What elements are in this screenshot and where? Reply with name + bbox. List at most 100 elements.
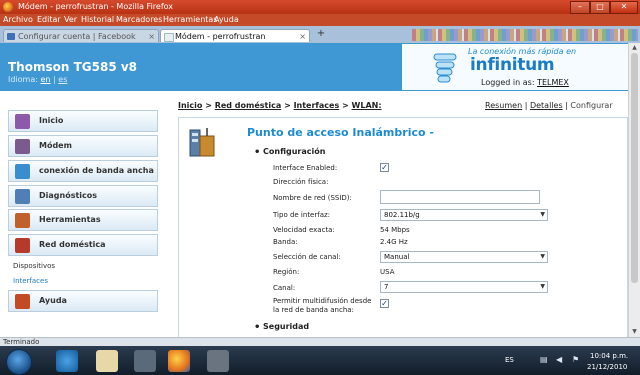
chevron-down-icon: ▼ <box>540 253 545 260</box>
page-favicon-icon <box>164 33 174 42</box>
close-tab-icon[interactable]: × <box>299 30 306 43</box>
window-title-bar: Módem - perrofrustran - Mozilla Firefox … <box>0 0 640 14</box>
multicast-label-line2: la red de banda ancha: <box>273 306 354 314</box>
tab-modem[interactable]: Módem - perrofrustran × <box>160 29 310 42</box>
link-separator: | <box>524 101 528 110</box>
media-player-icon[interactable] <box>207 350 229 372</box>
channel-selection-select[interactable]: Manual ▼ <box>380 251 548 263</box>
breadcrumb-separator: > <box>205 101 212 110</box>
close-window-button[interactable]: ✕ <box>610 1 638 14</box>
logged-in-user-link[interactable]: TELMEX <box>537 78 569 87</box>
scroll-thumb[interactable] <box>631 53 638 283</box>
mac-address-label: Dirección física: <box>273 178 329 186</box>
sidebar-item-label: conexión de banda ancha <box>39 166 154 175</box>
flag-tray-icon[interactable]: ⚑ <box>572 355 579 364</box>
channel-label: Canal: <box>273 284 296 292</box>
firefox-taskbar-icon[interactable] <box>168 350 190 372</box>
banner-brand: infinitum <box>470 55 555 75</box>
scroll-down-icon[interactable]: ▼ <box>630 328 639 336</box>
clock-time[interactable]: 10:04 p.m. <box>590 352 628 360</box>
summary-link[interactable]: Resumen <box>485 101 522 110</box>
interface-type-value: 802.11b/g <box>384 211 420 219</box>
start-button[interactable] <box>6 349 32 375</box>
file-explorer-icon[interactable] <box>96 350 118 372</box>
internet-explorer-icon[interactable] <box>56 350 78 372</box>
network-tray-icon[interactable]: ▤ <box>540 355 548 364</box>
tab-facebook[interactable]: Configurar cuenta | Facebook × <box>3 29 159 42</box>
security-section-title: Seguridad <box>263 322 310 331</box>
sidebar-item-diagnostics[interactable]: Diagnósticos <box>8 185 158 207</box>
sidebar-item-label: Ayuda <box>39 296 67 305</box>
menu-bookmarks[interactable]: Marcadores <box>116 15 162 24</box>
breadcrumb-wlan[interactable]: WLAN: <box>352 101 382 110</box>
link-separator: | <box>565 101 568 110</box>
channel-select[interactable]: 7 ▼ <box>380 281 548 293</box>
language-label: Idioma: <box>8 75 38 84</box>
sidebar-item-help[interactable]: Ayuda <box>8 290 158 312</box>
sidebar-item-inicio[interactable]: Inicio <box>8 110 158 132</box>
clock-date[interactable]: 21/12/2010 <box>587 363 627 371</box>
speed-label: Velocidad exacta: <box>273 226 335 234</box>
breadcrumb-interfaces[interactable]: Interfaces <box>294 101 340 110</box>
menu-help[interactable]: Ayuda <box>214 15 239 24</box>
channel-value: 7 <box>384 283 389 291</box>
sidebar-item-label: Módem <box>39 141 72 150</box>
volume-tray-icon[interactable]: ◀ <box>556 355 562 364</box>
tab-label: Configurar cuenta | Facebook <box>18 32 136 41</box>
close-tab-icon[interactable]: × <box>148 30 155 43</box>
menu-view[interactable]: Ver <box>64 15 77 24</box>
sidebar-item-modem[interactable]: Módem <box>8 135 158 157</box>
view-links: Resumen | Detalles | Configurar <box>485 101 613 110</box>
region-label: Región: <box>273 268 300 276</box>
config-section-title: Configuración <box>263 147 326 156</box>
sidebar-item-broadband[interactable]: conexión de banda ancha <box>8 160 158 182</box>
interface-enabled-checkbox[interactable]: ✓ <box>380 163 389 172</box>
menu-edit[interactable]: Editar <box>37 15 61 24</box>
configure-link[interactable]: Configurar <box>570 101 612 110</box>
region-value: USA <box>380 268 395 276</box>
page-title: Punto de acceso Inalámbrico - <box>247 126 434 139</box>
minimize-button[interactable]: – <box>570 1 590 14</box>
status-text: Terminado <box>3 338 40 346</box>
language-es-link[interactable]: es <box>58 75 67 84</box>
interface-type-select[interactable]: 802.11b/g ▼ <box>380 209 548 221</box>
speed-value: 54 Mbps <box>380 226 410 234</box>
page-scrollbar[interactable]: ▲ ▼ <box>628 43 640 337</box>
menu-tools[interactable]: Herramientas <box>163 15 218 24</box>
breadcrumb-inicio[interactable]: Inicio <box>178 101 202 110</box>
sidebar-item-home-network[interactable]: Red doméstica <box>8 234 158 256</box>
multicast-checkbox[interactable]: ✓ <box>380 299 389 308</box>
facebook-favicon-icon <box>7 33 15 40</box>
breadcrumb-separator: > <box>284 101 291 110</box>
modem-icon <box>15 139 30 154</box>
pointing-hand-icon <box>433 53 457 83</box>
breadcrumb: Inicio > Red doméstica > Interfaces > WL… <box>178 101 382 110</box>
firefox-logo-icon <box>3 2 13 12</box>
menu-history[interactable]: Historial <box>81 15 114 24</box>
wireless-access-point-icon <box>189 128 215 157</box>
menu-file[interactable]: Archivo <box>3 15 33 24</box>
subnav-devices[interactable]: Dispositivos <box>13 262 55 270</box>
band-label: Banda: <box>273 238 298 246</box>
toolbar-theme-decoration <box>412 29 638 41</box>
new-tab-button[interactable]: + <box>315 29 327 40</box>
media-center-icon[interactable] <box>134 350 156 372</box>
interface-type-label: Tipo de interfaz: <box>273 211 331 219</box>
language-indicator[interactable]: ES <box>505 356 514 364</box>
channel-selection-label: Selección de canal: <box>273 253 341 261</box>
section-bullet-icon: • <box>254 322 261 333</box>
language-en-link[interactable]: en <box>41 75 51 84</box>
breadcrumb-separator: > <box>342 101 349 110</box>
ssid-input[interactable] <box>380 190 540 204</box>
scroll-up-icon[interactable]: ▲ <box>630 44 639 52</box>
sidebar-item-tools[interactable]: Herramientas <box>8 209 158 231</box>
menu-bar: Archivo Editar Ver Historial Marcadores … <box>0 14 640 26</box>
tab-label: Módem - perrofrustran <box>175 32 266 41</box>
multicast-label-line1: Permitir multidifusión desde <box>273 297 372 305</box>
breadcrumb-home-network[interactable]: Red doméstica <box>215 101 282 110</box>
diagnostics-icon <box>15 189 30 204</box>
language-separator: | <box>53 75 56 84</box>
maximize-button[interactable]: □ <box>590 1 610 14</box>
subnav-interfaces[interactable]: Interfaces <box>13 277 48 285</box>
details-link[interactable]: Detalles <box>530 101 563 110</box>
